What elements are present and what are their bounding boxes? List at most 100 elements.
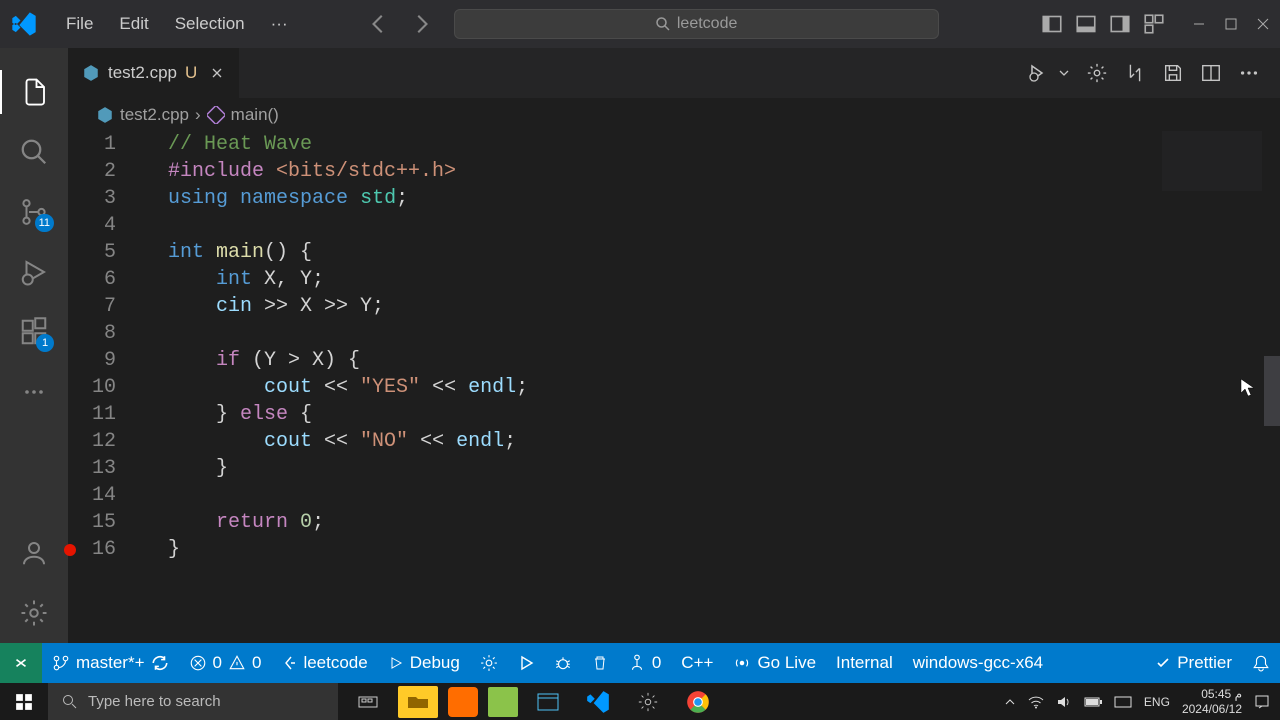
extensions-icon[interactable]: 1 bbox=[0, 302, 68, 362]
code-token: namespace bbox=[240, 187, 348, 210]
debug-bug-icon[interactable] bbox=[544, 643, 582, 683]
menu-file[interactable]: File bbox=[56, 10, 103, 38]
app-icon-window[interactable] bbox=[528, 686, 568, 718]
layout-icon-2[interactable] bbox=[1076, 14, 1096, 34]
start-button[interactable] bbox=[0, 683, 48, 720]
line-number: 9 bbox=[68, 347, 116, 374]
scrollbar[interactable] bbox=[1264, 131, 1280, 643]
bell-icon[interactable] bbox=[1242, 643, 1280, 683]
task-view-icon[interactable] bbox=[348, 686, 388, 718]
code-token: ; bbox=[312, 511, 324, 534]
gear-icon[interactable] bbox=[1086, 62, 1108, 84]
leetcode-status[interactable]: leetcode bbox=[271, 643, 377, 683]
nav-back-icon[interactable] bbox=[368, 13, 390, 35]
line-number: 2 bbox=[68, 158, 116, 185]
nav-forward-icon[interactable] bbox=[410, 13, 432, 35]
ports[interactable]: 0 bbox=[618, 643, 671, 683]
compiler-status[interactable]: windows-gcc-x64 bbox=[903, 643, 1053, 683]
search-sidebar-icon[interactable] bbox=[0, 122, 68, 182]
taskbar: Type here to search ENG 05:45 م 2024/06/… bbox=[0, 683, 1280, 720]
code-token: if bbox=[216, 349, 240, 372]
mouse-cursor bbox=[1240, 378, 1256, 398]
extensions-badge: 1 bbox=[36, 334, 54, 352]
line-number: 10 bbox=[68, 374, 116, 401]
explorer-app-icon[interactable] bbox=[398, 686, 438, 718]
menu-selection[interactable]: Selection bbox=[165, 10, 255, 38]
git-branch[interactable]: master*+ bbox=[42, 643, 179, 683]
account-icon[interactable] bbox=[0, 523, 68, 583]
menu-edit[interactable]: Edit bbox=[109, 10, 158, 38]
run-dropdown-icon[interactable] bbox=[1058, 67, 1070, 79]
wifi-icon[interactable] bbox=[1028, 695, 1044, 709]
volume-icon[interactable] bbox=[1056, 695, 1072, 709]
tray-lang[interactable]: ENG bbox=[1144, 695, 1170, 709]
layout-icon-3[interactable] bbox=[1110, 14, 1130, 34]
vscode-app-icon[interactable] bbox=[578, 686, 618, 718]
remote-indicator[interactable] bbox=[0, 643, 42, 683]
internal-label: Internal bbox=[836, 653, 893, 673]
tab-test2cpp[interactable]: test2.cpp U bbox=[68, 48, 240, 98]
golive-label: Go Live bbox=[757, 653, 816, 673]
save-icon[interactable] bbox=[1162, 62, 1184, 84]
nav-arrows bbox=[368, 13, 432, 35]
app-icon-orange[interactable] bbox=[448, 687, 478, 717]
command-center[interactable]: leetcode bbox=[454, 9, 939, 39]
breadcrumb[interactable]: test2.cpp › main() bbox=[68, 98, 1280, 131]
run-play-icon[interactable] bbox=[508, 643, 544, 683]
settings-icon[interactable] bbox=[0, 583, 68, 643]
vscode-logo bbox=[10, 10, 38, 38]
app-icon-green[interactable] bbox=[488, 687, 518, 717]
code-token: std bbox=[360, 187, 396, 210]
problems[interactable]: 0 0 bbox=[179, 643, 272, 683]
notification-icon[interactable] bbox=[1254, 694, 1270, 710]
lang-label: C++ bbox=[681, 653, 713, 673]
layout-icon-1[interactable] bbox=[1042, 14, 1062, 34]
code-token: << bbox=[312, 430, 360, 453]
scm-icon[interactable]: 11 bbox=[0, 182, 68, 242]
leetcode-label: leetcode bbox=[303, 653, 367, 673]
code-token: // Heat Wave bbox=[168, 133, 312, 156]
split-icon[interactable] bbox=[1200, 62, 1222, 84]
menu-more[interactable]: ··· bbox=[261, 10, 298, 38]
system-tray[interactable]: ENG 05:45 م 2024/06/12 bbox=[1004, 687, 1280, 716]
close-icon[interactable] bbox=[1256, 17, 1270, 31]
editor[interactable]: 1 2 3 4 5 6 7 8 9 10 11 12 13 14 15 16 /… bbox=[68, 131, 1280, 643]
search-text: leetcode bbox=[677, 15, 738, 33]
activity-more-icon[interactable] bbox=[0, 362, 68, 422]
minimize-icon[interactable] bbox=[1192, 17, 1206, 31]
minimap[interactable] bbox=[1162, 131, 1262, 191]
trash-icon[interactable] bbox=[582, 643, 618, 683]
settings-app-icon[interactable] bbox=[628, 686, 668, 718]
layout-customize-icon[interactable] bbox=[1144, 14, 1164, 34]
scrollbar-thumb[interactable] bbox=[1264, 356, 1280, 426]
search-icon bbox=[62, 694, 78, 710]
tray-chevron-icon[interactable] bbox=[1004, 696, 1016, 708]
gutter[interactable]: 1 2 3 4 5 6 7 8 9 10 11 12 13 14 15 16 bbox=[68, 131, 140, 643]
maximize-icon[interactable] bbox=[1224, 17, 1238, 31]
code-token: return bbox=[216, 511, 288, 534]
keyboard-icon[interactable] bbox=[1114, 696, 1132, 708]
golive[interactable]: Go Live bbox=[723, 643, 826, 683]
lang-mode[interactable]: C++ bbox=[671, 643, 723, 683]
line-number: 5 bbox=[68, 239, 116, 266]
internal-status[interactable]: Internal bbox=[826, 643, 903, 683]
code-area[interactable]: // Heat Wave #include <bits/stdc++.h> us… bbox=[140, 131, 1280, 643]
battery-icon[interactable] bbox=[1084, 696, 1102, 708]
diff-icon[interactable] bbox=[1124, 62, 1146, 84]
debug-status[interactable]: Debug bbox=[378, 643, 470, 683]
sync-icon[interactable] bbox=[151, 654, 169, 672]
tab-close-icon[interactable] bbox=[209, 65, 225, 81]
chrome-app-icon[interactable] bbox=[678, 686, 718, 718]
prettier[interactable]: Prettier bbox=[1145, 643, 1242, 683]
debug-icon[interactable] bbox=[0, 242, 68, 302]
status-bar: master*+ 0 0 leetcode Debug 0 C++ Go Liv… bbox=[0, 643, 1280, 683]
compiler-label: windows-gcc-x64 bbox=[913, 653, 1043, 673]
line-number: 8 bbox=[68, 320, 116, 347]
taskbar-search[interactable]: Type here to search bbox=[48, 683, 338, 720]
build-settings-icon[interactable] bbox=[470, 643, 508, 683]
code-token: using bbox=[168, 187, 228, 210]
tray-clock[interactable]: 05:45 م 2024/06/12 bbox=[1182, 687, 1242, 716]
run-icon[interactable] bbox=[1028, 62, 1052, 84]
explorer-icon[interactable] bbox=[0, 62, 68, 122]
more-icon[interactable] bbox=[1238, 62, 1260, 84]
